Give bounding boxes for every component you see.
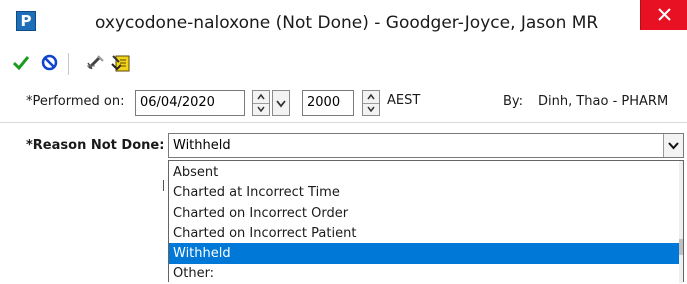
chevron-down-icon (367, 106, 375, 113)
chevron-down-icon (668, 142, 679, 150)
reason-option-other[interactable]: Other: (169, 263, 679, 284)
section-divider (0, 122, 687, 123)
notes-icon[interactable] (111, 53, 130, 72)
performed-on-label: *Performed on: (26, 94, 125, 109)
app-icon: P (16, 11, 36, 31)
close-icon (658, 8, 671, 21)
performed-time-field[interactable]: 2000 (302, 90, 354, 116)
performed-row: *Performed on: 06/04/2020 2000 AEST By: … (0, 88, 687, 118)
caret-mark (163, 180, 164, 191)
date-spin-down[interactable] (253, 103, 269, 115)
chevron-down-icon (257, 106, 265, 113)
time-spin-down[interactable] (363, 103, 379, 115)
reason-options-list[interactable]: Absent Charted at Incorrect Time Charted… (168, 160, 684, 284)
options-scrollbar[interactable] (679, 161, 683, 283)
timezone-label: AEST (387, 93, 421, 108)
date-spinner[interactable] (252, 90, 270, 116)
title-bar: P oxycodone-naloxone (Not Done) - Goodge… (0, 0, 687, 45)
performed-date-field[interactable]: 06/04/2020 (135, 90, 245, 116)
chevron-down-icon (276, 100, 286, 108)
close-button[interactable] (640, 0, 687, 30)
window-title: oxycodone-naloxone (Not Done) - Goodger-… (95, 13, 599, 33)
by-value: Dinh, Thao - PHARM (538, 94, 669, 109)
reason-option-incorrect-time[interactable]: Charted at Incorrect Time (169, 182, 679, 203)
date-calendar-dropdown[interactable] (272, 90, 290, 116)
by-label: By: (503, 94, 524, 109)
reason-option-incorrect-order[interactable]: Charted on Incorrect Order (169, 203, 679, 224)
chevron-up-icon (257, 93, 265, 100)
time-spinner[interactable] (362, 90, 380, 116)
cancel-icon[interactable] (41, 54, 58, 71)
reason-option-incorrect-patient[interactable]: Charted on Incorrect Patient (169, 223, 679, 244)
reason-option-absent[interactable]: Absent (169, 162, 679, 183)
reason-dropdown-button[interactable] (663, 134, 683, 157)
scrollbar-thumb[interactable] (679, 239, 683, 255)
toolbar (0, 44, 687, 79)
reason-not-done-label: *Reason Not Done: (26, 138, 165, 153)
reason-selected-value: Withheld (173, 138, 231, 153)
chevron-up-icon (367, 93, 375, 100)
reason-option-withheld[interactable]: Withheld (169, 243, 679, 264)
chart-pen-icon[interactable] (86, 54, 106, 71)
toolbar-separator (68, 53, 69, 75)
reason-not-done-select[interactable]: Withheld (168, 133, 684, 158)
checkmark-icon[interactable] (13, 56, 29, 70)
